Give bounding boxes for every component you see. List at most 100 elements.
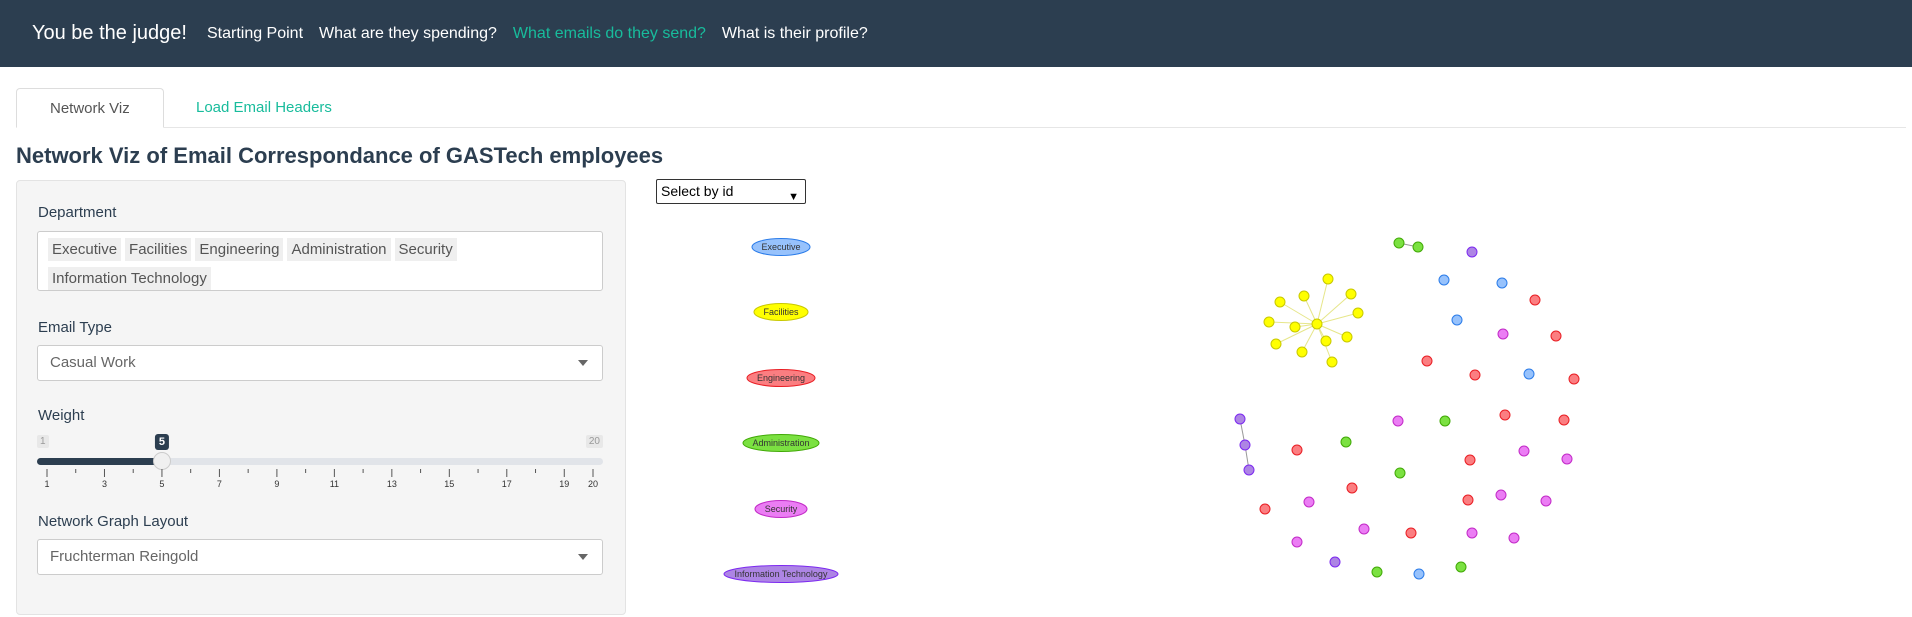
graph-node[interactable] [1322, 273, 1334, 285]
chevron-down-icon [578, 360, 588, 366]
graph-node[interactable] [1394, 467, 1406, 479]
graph-node[interactable] [1296, 346, 1308, 358]
graph-node[interactable] [1540, 495, 1552, 507]
filter-panel: Department Executive Facilities Engineer… [16, 180, 626, 615]
weight-tick-label: 17 [501, 479, 512, 489]
graph-node[interactable] [1239, 439, 1251, 451]
graph-node[interactable] [1496, 277, 1508, 289]
weight-tick-label: 20 [587, 479, 599, 489]
graph-node[interactable] [1303, 496, 1315, 508]
graph-node[interactable] [1508, 532, 1520, 544]
weight-tick-label: 13 [386, 479, 397, 489]
nav-emails[interactable]: What emails do they send? [505, 25, 714, 43]
graph-node[interactable] [1274, 296, 1286, 308]
graph-node[interactable] [1451, 314, 1463, 326]
graph-node[interactable] [1320, 335, 1332, 347]
graph-node[interactable] [1291, 444, 1303, 456]
nav-profile[interactable]: What is their profile? [714, 25, 876, 43]
department-label: Department [38, 204, 117, 221]
department-multiselect[interactable]: Executive Facilities Engineering Adminis… [37, 231, 603, 291]
department-chip-executive[interactable]: Executive [48, 238, 122, 261]
chevron-down-icon: ▼ [788, 191, 799, 203]
layout-label: Network Graph Layout [38, 513, 189, 530]
weight-tick-label: 7 [216, 479, 222, 489]
nav-spending[interactable]: What are they spending? [311, 25, 505, 43]
graph-node[interactable] [1345, 288, 1357, 300]
legend-node-label: Administration [752, 438, 809, 448]
graph-node[interactable] [1352, 307, 1364, 319]
graph-node[interactable] [1412, 241, 1424, 253]
graph-node[interactable] [1421, 355, 1433, 367]
graph-node[interactable] [1455, 561, 1467, 573]
graph-node[interactable] [1340, 436, 1352, 448]
network-graph[interactable]: Executive Facilities Engineering Administra… [620, 210, 1620, 610]
select-by-id-dropdown[interactable]: Select by id ▼ [656, 179, 806, 204]
graph-node[interactable] [1497, 328, 1509, 340]
graph-node[interactable] [1464, 454, 1476, 466]
department-chip-administration[interactable]: Administration [287, 238, 391, 261]
weight-tick-label: 9 [274, 479, 280, 489]
graph-node[interactable] [1393, 237, 1405, 249]
graph-node[interactable] [1270, 338, 1282, 350]
graph-node[interactable] [1495, 489, 1507, 501]
legend-node-label: Information Technology [735, 569, 828, 579]
legend-node-label: Engineering [757, 373, 805, 383]
graph-node[interactable] [1499, 409, 1511, 421]
graph-node[interactable] [1329, 556, 1341, 568]
weight-label: Weight [38, 407, 85, 424]
graph-node[interactable] [1439, 415, 1451, 427]
graph-node[interactable] [1523, 368, 1535, 380]
layout-select[interactable]: Fruchterman Reingold [37, 539, 603, 575]
graph-node[interactable] [1263, 316, 1275, 328]
graph-node[interactable] [1438, 274, 1450, 286]
graph-edge [1316, 278, 1329, 325]
graph-node[interactable] [1529, 294, 1541, 306]
graph-node[interactable] [1298, 290, 1310, 302]
graph-node[interactable] [1561, 453, 1573, 465]
nav-starting-point[interactable]: Starting Point [199, 25, 311, 43]
brand-title[interactable]: You be the judge! [32, 22, 187, 45]
graph-node[interactable] [1550, 330, 1562, 342]
weight-tick-label: 1 [44, 479, 50, 489]
weight-tick-label: 11 [329, 479, 340, 489]
graph-node[interactable] [1243, 464, 1255, 476]
graph-node[interactable] [1462, 494, 1474, 506]
department-chip-security[interactable]: Security [394, 238, 457, 261]
weight-slider-fill [37, 458, 162, 465]
graph-node[interactable] [1259, 503, 1271, 515]
graph-node[interactable] [1346, 482, 1358, 494]
graph-node[interactable] [1405, 527, 1417, 539]
department-chip-engineering[interactable]: Engineering [195, 238, 284, 261]
weight-slider[interactable]: 1 20 5 1 3 5 7 9 11 13 15 17 19 20 [37, 431, 603, 501]
weight-tick-label: 5 [159, 479, 165, 489]
layout-value: Fruchterman Reingold [50, 548, 199, 565]
graph-node[interactable] [1326, 356, 1338, 368]
legend-node-label: Security [765, 504, 798, 514]
weight-tick-label: 3 [101, 479, 107, 489]
graph-node[interactable] [1311, 318, 1323, 330]
tab-network-viz[interactable]: Network Viz [16, 88, 164, 128]
graph-node[interactable] [1358, 523, 1370, 535]
weight-tick-label: 19 [559, 479, 570, 489]
weight-slider-handle[interactable] [152, 452, 171, 470]
weight-slider-track[interactable] [37, 452, 603, 470]
graph-node[interactable] [1291, 536, 1303, 548]
graph-node[interactable] [1568, 373, 1580, 385]
graph-node[interactable] [1392, 415, 1404, 427]
department-chip-facilities[interactable]: Facilities [125, 238, 192, 261]
page-title: Network Viz of Email Correspondance of G… [16, 143, 664, 168]
graph-node[interactable] [1558, 414, 1570, 426]
graph-node[interactable] [1518, 445, 1530, 457]
graph-node[interactable] [1466, 527, 1478, 539]
email-type-select[interactable]: Casual Work [37, 345, 603, 381]
graph-node[interactable] [1469, 369, 1481, 381]
graph-node[interactable] [1413, 568, 1425, 580]
graph-node[interactable] [1234, 413, 1246, 425]
graph-node[interactable] [1289, 321, 1301, 333]
graph-node[interactable] [1371, 566, 1383, 578]
graph-node[interactable] [1341, 331, 1353, 343]
email-type-value: Casual Work [50, 354, 136, 371]
tab-load-email-headers[interactable]: Load Email Headers [163, 88, 365, 127]
graph-node[interactable] [1466, 246, 1478, 258]
department-chip-information-technology[interactable]: Information Technology [48, 267, 211, 290]
